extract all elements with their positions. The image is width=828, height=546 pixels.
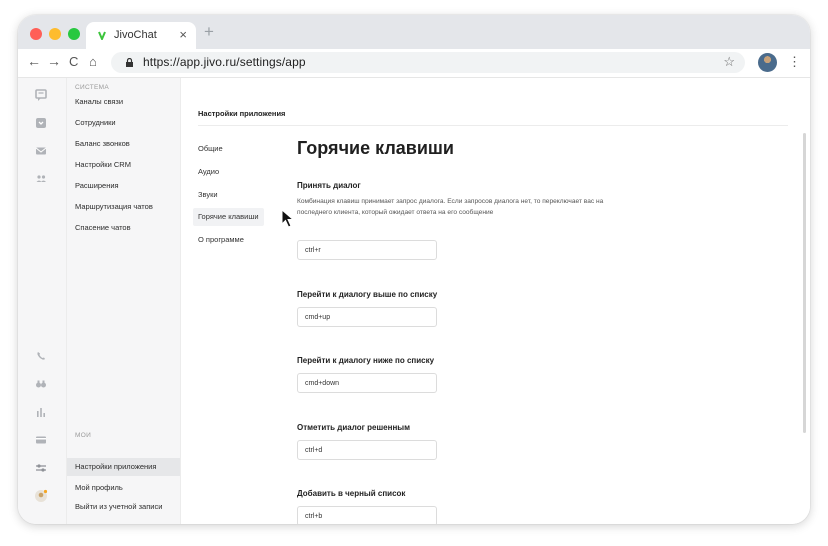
header-divider [198, 125, 788, 126]
sidebar-item-chat-rescue[interactable]: Спасение чатов [75, 223, 131, 233]
analytics-icon[interactable] [34, 405, 48, 419]
hotkey-input-blacklist[interactable]: ctrl+b [297, 506, 437, 524]
user-avatar-icon[interactable] [34, 489, 48, 503]
tab-close-icon[interactable]: × [179, 27, 187, 42]
new-tab-button[interactable]: + [204, 22, 214, 42]
settings-content: Настройки приложения Общие Аудио Звуки Г… [181, 78, 810, 524]
hotkey-description-accept: Комбинация клавиш принимает запрос диало… [297, 198, 604, 216]
inbox-icon[interactable] [34, 116, 48, 130]
sidebar-item-channels[interactable]: Каналы связи [75, 97, 123, 107]
reload-icon[interactable]: C [69, 54, 78, 69]
sidebar-item-my-profile[interactable]: Мой профиль [75, 483, 123, 493]
subnav-about[interactable]: О программе [198, 235, 244, 244]
binoculars-icon[interactable] [34, 377, 48, 391]
settings-header: Настройки приложения [198, 109, 286, 118]
tab-bar: JivoChat × + [18, 15, 810, 49]
sidebar-item-extensions[interactable]: Расширения [75, 181, 119, 191]
address-bar[interactable]: https://app.jivo.ru/settings/app ☆ [111, 52, 745, 73]
hotkey-input-resolve[interactable]: ctrl+d [297, 440, 437, 460]
subnav-sounds[interactable]: Звуки [198, 190, 218, 199]
app-icon-bar [18, 78, 67, 524]
hotkey-title-resolve: Отметить диалог решенным [297, 423, 411, 432]
page-title: Горячие клавиши [297, 138, 454, 158]
maximize-window-button[interactable] [68, 28, 80, 40]
mouse-cursor-icon [281, 209, 295, 228]
sidebar-item-call-balance[interactable]: Баланс звонков [75, 139, 130, 149]
hotkey-input-next-dialog[interactable]: cmd+down [297, 373, 437, 393]
team-icon[interactable] [34, 172, 48, 186]
chats-icon[interactable] [34, 88, 48, 102]
home-icon[interactable]: ⌂ [89, 54, 97, 69]
close-window-button[interactable] [30, 28, 42, 40]
sidebar-item-logout[interactable]: Выйти из учетной записи [75, 502, 170, 512]
hotkey-input-accept[interactable]: ctrl+r [297, 240, 437, 260]
browser-toolbar: ← → C ⌂ https://app.jivo.ru/settings/app… [18, 49, 810, 78]
forward-arrow-icon[interactable]: → [47, 53, 61, 69]
subnav-general[interactable]: Общие [198, 144, 223, 153]
hotkey-title-next-dialog: Перейти к диалогу ниже по списку [297, 356, 435, 365]
hotkey-title-prev-dialog: Перейти к диалогу выше по списку [297, 290, 438, 299]
jivo-favicon-icon [98, 31, 106, 40]
settings-sliders-icon[interactable] [34, 461, 48, 475]
billing-icon[interactable] [34, 433, 48, 447]
browser-window: JivoChat × + ← → C ⌂ https://app.jivo.ru… [18, 15, 810, 524]
bookmark-star-icon[interactable]: ☆ [723, 54, 735, 70]
subnav-audio[interactable]: Аудио [198, 167, 219, 176]
content-scrollbar[interactable] [803, 133, 806, 433]
minimize-window-button[interactable] [49, 28, 61, 40]
tab-title: JivoChat [114, 29, 157, 41]
browser-tab[interactable]: JivoChat × [86, 22, 196, 49]
url-text[interactable]: https://app.jivo.ru/settings/app [143, 55, 306, 69]
back-arrow-icon[interactable]: ← [27, 53, 41, 69]
hotkey-title-accept: Принять диалог [297, 181, 361, 190]
system-section-label: СИСТЕМА [75, 84, 110, 91]
lock-icon [126, 58, 133, 67]
my-section-label: МОИ [75, 432, 92, 439]
hotkey-input-prev-dialog[interactable]: cmd+up [297, 307, 437, 327]
profile-avatar[interactable] [758, 53, 777, 72]
settings-sidebar: СИСТЕМА Каналы связи Сотрудники Баланс з… [67, 78, 181, 524]
sidebar-item-chat-routing[interactable]: Маршрутизация чатов [75, 202, 153, 212]
sidebar-item-app-settings[interactable]: Настройки приложения [67, 458, 180, 476]
sidebar-item-employees[interactable]: Сотрудники [75, 118, 116, 128]
mail-icon[interactable] [34, 144, 48, 158]
phone-icon[interactable] [34, 349, 48, 363]
subnav-hotkeys[interactable]: Горячие клавиши [193, 208, 264, 226]
sidebar-item-crm-settings[interactable]: Настройки CRM [75, 160, 131, 170]
hotkey-title-blacklist: Добавить в черный список [297, 489, 406, 498]
browser-menu-icon[interactable]: ⋮ [788, 54, 801, 70]
